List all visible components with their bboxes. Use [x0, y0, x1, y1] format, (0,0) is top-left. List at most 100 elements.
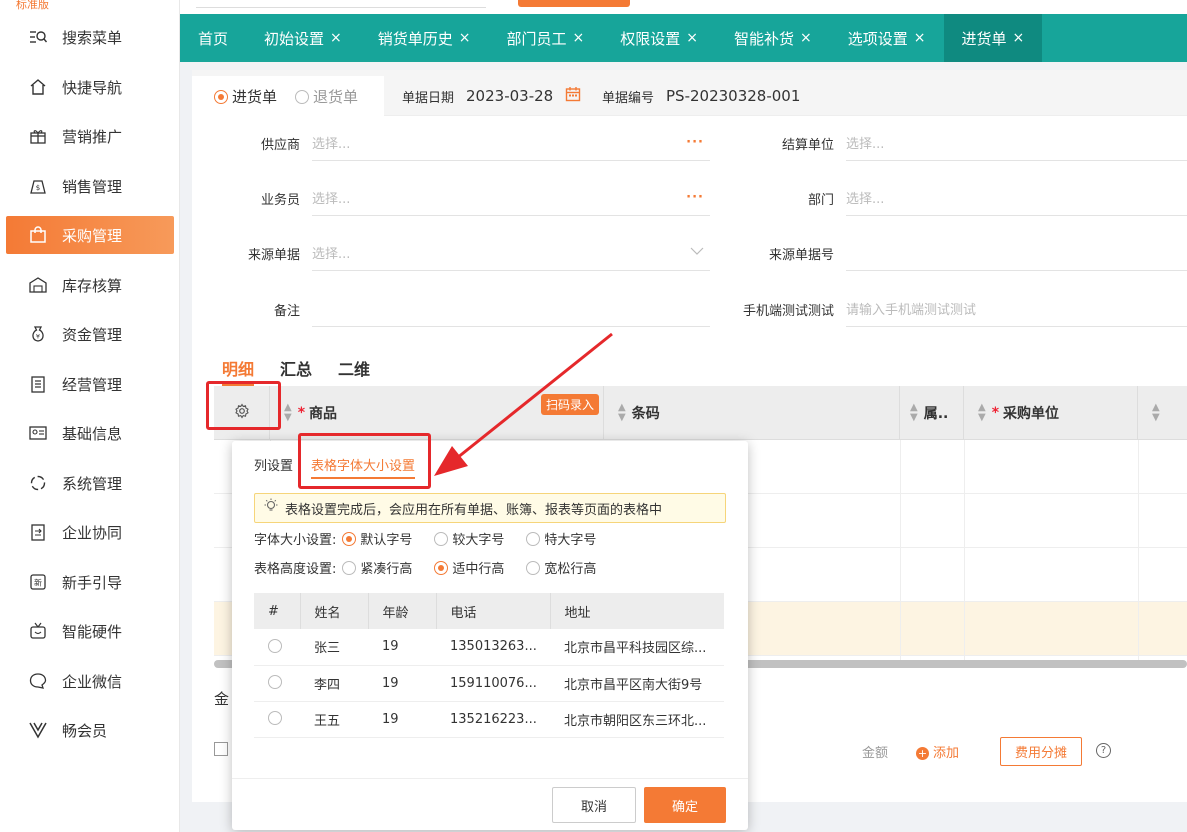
column-attr[interactable]: ▲ ▼ 属..: [900, 386, 964, 440]
sidebar-item[interactable]: ¥ 资金管理: [6, 315, 174, 353]
source-no-input[interactable]: [846, 235, 1187, 271]
tab-label: 初始设置: [264, 29, 325, 48]
tab[interactable]: 智能补货 ×: [716, 14, 830, 62]
font-option-xlarge[interactable]: 特大字号: [526, 529, 596, 548]
purchase-radio[interactable]: 进货单: [214, 86, 277, 107]
column-barcode-label: 条码: [631, 406, 660, 422]
row-radio[interactable]: [254, 629, 300, 666]
calendar-icon[interactable]: [565, 86, 581, 106]
sidebar-item[interactable]: 畅会员: [6, 711, 174, 749]
preview-col-age: 年龄: [368, 593, 437, 629]
top-bar: [180, 0, 1187, 14]
sort-icon[interactable]: ▲ ▼: [910, 403, 918, 423]
column-unit[interactable]: ▲ ▼ * 采购单位: [964, 386, 1138, 440]
close-icon[interactable]: ×: [800, 30, 812, 46]
tab-label: 部门员工: [506, 29, 567, 48]
tab[interactable]: 进货单 ×: [943, 14, 1043, 62]
source-doc-select[interactable]: 选择...: [312, 235, 710, 271]
preview-table: # 姓名 年龄 电话 地址 张三 19 135013263... 北京市昌平科技…: [254, 593, 724, 738]
tab-column-settings[interactable]: 列设置: [254, 455, 293, 479]
tab[interactable]: 初始设置 ×: [246, 14, 360, 62]
supplier-row: 供应商 选择... ···: [192, 125, 710, 161]
sidebar-item[interactable]: 经营管理: [6, 365, 174, 403]
close-icon[interactable]: ×: [459, 30, 471, 46]
sidebar-item[interactable]: 基础信息: [6, 414, 174, 452]
sidebar-item[interactable]: 企业协同: [6, 513, 174, 551]
subtab-summary[interactable]: 汇总: [280, 356, 312, 386]
table-row[interactable]: 王五 19 135216223... 北京市朝阳区东三环北...: [254, 701, 724, 738]
font-option-default[interactable]: 默认字号: [342, 529, 412, 548]
sidebar-item[interactable]: 库存核算: [6, 266, 174, 304]
required-asterisk: *: [991, 405, 1000, 421]
sidebar-item[interactable]: 企业微信: [6, 662, 174, 700]
sidebar-item[interactable]: 新 新手引导: [6, 563, 174, 601]
sort-icon[interactable]: ▲ ▼: [1152, 403, 1160, 423]
radio-unchecked-icon: [268, 638, 282, 653]
close-icon[interactable]: ×: [330, 30, 342, 46]
height-option-medium[interactable]: 适中行高: [434, 558, 504, 577]
table-row[interactable]: 张三 19 135013263... 北京市昌平科技园区综...: [254, 629, 724, 666]
purchase-radio-label: 进货单: [232, 87, 278, 106]
split-fee-button[interactable]: 费用分摊: [1000, 737, 1083, 766]
settle-input[interactable]: 选择...: [846, 125, 1187, 161]
sort-icon[interactable]: ▲ ▼: [978, 403, 986, 423]
top-search-input[interactable]: [196, 0, 486, 8]
tab[interactable]: 权限设置 ×: [602, 14, 716, 62]
help-icon[interactable]: ?: [1096, 742, 1111, 758]
more-dots-icon[interactable]: ···: [686, 190, 704, 205]
sort-icon[interactable]: ▲ ▼: [618, 403, 626, 423]
supplier-input[interactable]: 选择... ···: [312, 125, 710, 161]
clipboard-icon: [28, 374, 48, 394]
preview-cell-phone: 135216223...: [436, 701, 550, 738]
preview-cell-name: 王五: [300, 701, 368, 738]
mobile-test-input[interactable]: 请输入手机端测试测试: [846, 291, 1187, 327]
column-next[interactable]: ▲ ▼: [1138, 386, 1187, 440]
sidebar-item[interactable]: 营销推广: [6, 117, 174, 155]
sidebar-item[interactable]: 系统管理: [6, 464, 174, 502]
top-action-button[interactable]: [518, 0, 630, 7]
row-radio[interactable]: [254, 701, 300, 738]
height-option-loose[interactable]: 宽松行高: [526, 558, 596, 577]
sidebar-item[interactable]: 智能硬件: [6, 612, 174, 650]
footer-checkbox[interactable]: [214, 742, 228, 756]
close-icon[interactable]: ×: [914, 30, 926, 46]
close-icon[interactable]: ×: [686, 30, 698, 46]
more-dots-icon[interactable]: ···: [686, 135, 704, 150]
salesman-input[interactable]: 选择... ···: [312, 180, 710, 216]
tab[interactable]: 选项设置 ×: [830, 14, 944, 62]
sort-icon[interactable]: ▲ ▼: [284, 403, 292, 423]
preview-col-address: 地址: [550, 593, 724, 629]
warehouse-icon: [28, 275, 48, 295]
confirm-button[interactable]: 确定: [644, 787, 726, 823]
column-product[interactable]: ▲ ▼ * 商品 扫码录入: [270, 386, 604, 440]
tab[interactable]: 首页: [180, 14, 246, 62]
return-radio[interactable]: 退货单: [295, 86, 358, 107]
radio-unchecked-icon: [434, 531, 449, 546]
doc-date-value[interactable]: 2023-03-28: [466, 87, 553, 105]
subtab-detail[interactable]: 明细: [222, 356, 255, 386]
radio-checked-icon: [214, 89, 228, 104]
subtab-matrix[interactable]: 二维: [338, 356, 370, 386]
height-option-compact[interactable]: 紧凑行高: [342, 558, 412, 577]
cancel-button[interactable]: 取消: [552, 787, 636, 823]
column-barcode[interactable]: ▲ ▼ 条码: [604, 386, 900, 440]
sidebar-item[interactable]: $ 销售管理: [6, 167, 174, 205]
close-icon[interactable]: ×: [1013, 30, 1025, 46]
sidebar-item[interactable]: 采购管理: [6, 216, 174, 254]
source-doc-placeholder: 选择...: [312, 247, 351, 262]
table-row[interactable]: 李四 19 159110076... 北京市昌平区南大街9号: [254, 665, 724, 702]
add-fee-link[interactable]: + 添加: [916, 742, 959, 761]
sidebar-item[interactable]: 搜索菜单: [6, 18, 174, 56]
font-option-large[interactable]: 较大字号: [434, 529, 504, 548]
chevron-down-icon[interactable]: [690, 245, 704, 260]
gear-icon[interactable]: [234, 403, 250, 423]
dept-input[interactable]: 选择...: [846, 180, 1187, 216]
tab[interactable]: 销货单历史 ×: [360, 14, 489, 62]
sidebar-item[interactable]: 快捷导航: [6, 68, 174, 106]
remark-input[interactable]: [312, 291, 710, 327]
scan-entry-button[interactable]: 扫码录入: [540, 394, 599, 415]
row-radio[interactable]: [254, 665, 300, 702]
tab-font-size-settings[interactable]: 表格字体大小设置: [311, 455, 416, 479]
tab[interactable]: 部门员工 ×: [489, 14, 603, 62]
close-icon[interactable]: ×: [573, 30, 585, 46]
